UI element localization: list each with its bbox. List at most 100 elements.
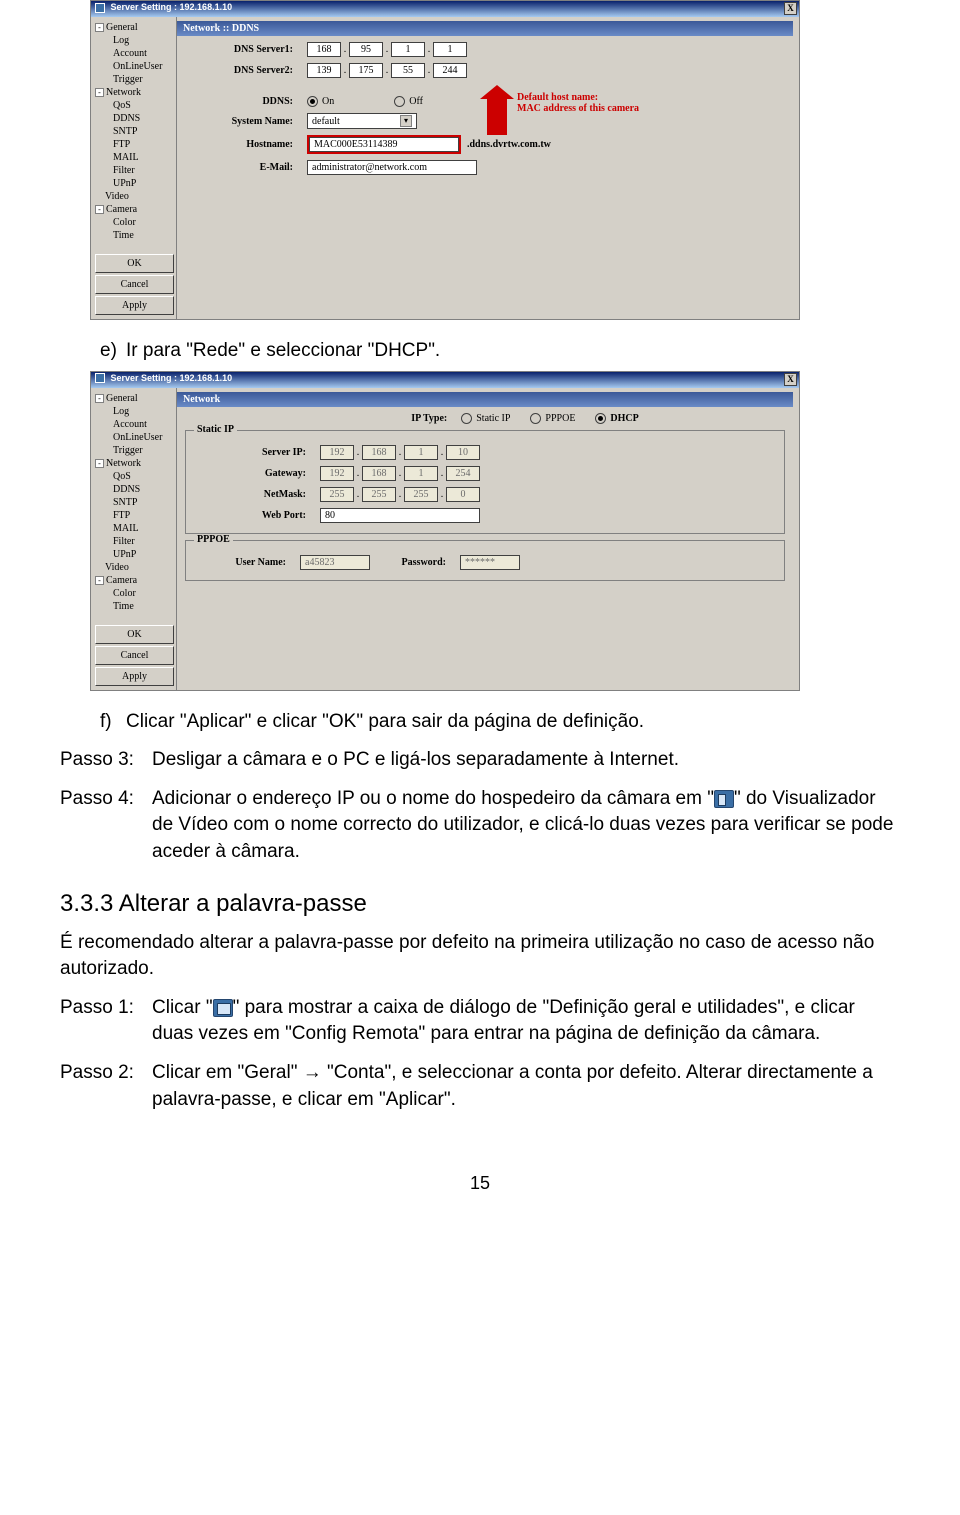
sysname-combo[interactable]: default ▾ xyxy=(307,113,417,129)
tree-camera[interactable]: -Camera xyxy=(95,574,174,587)
tree-filter[interactable]: Filter xyxy=(95,535,174,548)
pppoe-group: PPPOE User Name: a45823 Password: ****** xyxy=(185,540,785,581)
tree-time[interactable]: Time xyxy=(95,229,174,242)
dns2-oct2[interactable]: 175 xyxy=(349,63,383,78)
tree-general[interactable]: -General xyxy=(95,21,174,34)
pppoe-username-label: User Name: xyxy=(190,557,300,568)
tree-account[interactable]: Account xyxy=(95,47,174,60)
iptype-label: IP Type: xyxy=(381,413,461,424)
ok-button[interactable]: OK xyxy=(95,254,174,273)
sysname-label: System Name: xyxy=(177,116,307,127)
tree-time[interactable]: Time xyxy=(95,600,174,613)
tree-account[interactable]: Account xyxy=(95,418,174,431)
tree-upnp[interactable]: UPnP xyxy=(95,548,174,561)
titlebar[interactable]: Server Setting : 192.168.1.10 X xyxy=(91,1,799,17)
serverip-oct3: 1 xyxy=(404,445,438,460)
dns1-oct4[interactable]: 1 xyxy=(433,42,467,57)
ddns-off-radio[interactable]: Off xyxy=(394,96,423,107)
netmask-oct2: 255 xyxy=(362,487,396,502)
dns1-oct3[interactable]: 1 xyxy=(391,42,425,57)
tree-qos[interactable]: QoS xyxy=(95,470,174,483)
tree-log[interactable]: Log xyxy=(95,34,174,47)
section-heading: 3.3.3 Alterar a palavra-passe xyxy=(60,890,900,918)
settings-tree: -General Log Account OnLineUser Trigger … xyxy=(91,17,177,319)
hostname-label: Hostname: xyxy=(177,139,307,150)
arrow-annotation-icon xyxy=(487,99,507,135)
tree-general[interactable]: -General xyxy=(95,392,174,405)
iptype-dhcp-radio[interactable]: DHCP xyxy=(595,413,638,424)
tree-ftp[interactable]: FTP xyxy=(95,138,174,151)
email-label: E-Mail: xyxy=(177,162,307,173)
ok-button[interactable]: OK xyxy=(95,625,174,644)
tree-upnp[interactable]: UPnP xyxy=(95,177,174,190)
tree-qos[interactable]: QoS xyxy=(95,99,174,112)
netmask-oct1: 255 xyxy=(320,487,354,502)
close-icon[interactable]: X xyxy=(784,2,797,15)
pppoe-password-label: Password: xyxy=(370,557,460,568)
dns2-oct1[interactable]: 139 xyxy=(307,63,341,78)
apply-button[interactable]: Apply xyxy=(95,296,174,315)
apply-button[interactable]: Apply xyxy=(95,667,174,686)
tree-video[interactable]: Video xyxy=(95,190,174,203)
iptype-pppoe-radio[interactable]: PPPOE xyxy=(530,413,575,424)
settings-tree: -General Log Account OnLineUser Trigger … xyxy=(91,388,177,690)
email-input[interactable]: administrator@network.com xyxy=(307,160,477,175)
tree-log[interactable]: Log xyxy=(95,405,174,418)
step-3: Passo 3: Desligar a câmara e o PC e ligá… xyxy=(60,747,900,774)
serverip-label: Server IP: xyxy=(190,447,320,458)
dns2-oct3[interactable]: 55 xyxy=(391,63,425,78)
gateway-oct1: 192 xyxy=(320,466,354,481)
tree-mail[interactable]: MAIL xyxy=(95,151,174,164)
app-icon xyxy=(95,373,105,383)
dns1-label: DNS Server1: xyxy=(177,44,307,55)
titlebar[interactable]: Server Setting : 192.168.1.10 X xyxy=(91,372,799,388)
tree-ddns[interactable]: DDNS xyxy=(95,483,174,496)
tree-onlineuser[interactable]: OnLineUser xyxy=(95,60,174,73)
server-setting-dialog-ddns: Server Setting : 192.168.1.10 X -General… xyxy=(90,0,800,320)
webport-input[interactable]: 80 xyxy=(320,508,480,523)
cancel-button[interactable]: Cancel xyxy=(95,275,174,294)
list-item-e: e) Ir para "Rede" e seleccionar "DHCP". xyxy=(100,338,900,365)
tree-network[interactable]: -Network xyxy=(95,86,174,99)
tree-mail[interactable]: MAIL xyxy=(95,522,174,535)
panel-title: Network :: DDNS xyxy=(177,21,793,36)
tree-sntp[interactable]: SNTP xyxy=(95,125,174,138)
dns2-label: DNS Server2: xyxy=(177,65,307,76)
app-icon xyxy=(95,3,105,13)
tree-onlineuser[interactable]: OnLineUser xyxy=(95,431,174,444)
serverip-oct2: 168 xyxy=(362,445,396,460)
tree-sntp[interactable]: SNTP xyxy=(95,496,174,509)
gateway-label: Gateway: xyxy=(190,468,320,479)
serverip-oct4: 10 xyxy=(446,445,480,460)
tree-color[interactable]: Color xyxy=(95,587,174,600)
dns1-oct1[interactable]: 168 xyxy=(307,42,341,57)
tree-color[interactable]: Color xyxy=(95,216,174,229)
tree-filter[interactable]: Filter xyxy=(95,164,174,177)
tree-trigger[interactable]: Trigger xyxy=(95,444,174,457)
tree-video[interactable]: Video xyxy=(95,561,174,574)
ddns-panel: Network :: DDNS DNS Server1: 168. 95. 1.… xyxy=(177,17,799,319)
netmask-oct4: 0 xyxy=(446,487,480,502)
hostname-input[interactable]: MAC000E53114389 xyxy=(309,137,459,152)
tools-icon xyxy=(213,999,233,1017)
dns1-oct2[interactable]: 95 xyxy=(349,42,383,57)
tree-ftp[interactable]: FTP xyxy=(95,509,174,522)
tree-ddns[interactable]: DDNS xyxy=(95,112,174,125)
step-1: Passo 1: Clicar "" para mostrar a caixa … xyxy=(60,995,900,1048)
page-number: 15 xyxy=(60,1173,900,1194)
close-icon[interactable]: X xyxy=(784,373,797,386)
gateway-oct4: 254 xyxy=(446,466,480,481)
gateway-oct2: 168 xyxy=(362,466,396,481)
dns2-oct4[interactable]: 244 xyxy=(433,63,467,78)
serverip-oct1: 192 xyxy=(320,445,354,460)
cancel-button[interactable]: Cancel xyxy=(95,646,174,665)
iptype-static-radio[interactable]: Static IP xyxy=(461,413,510,424)
ddns-on-radio[interactable]: On xyxy=(307,96,334,107)
tree-camera[interactable]: -Camera xyxy=(95,203,174,216)
tree-trigger[interactable]: Trigger xyxy=(95,73,174,86)
paragraph: É recomendado alterar a palavra-passe po… xyxy=(60,930,900,983)
chevron-down-icon: ▾ xyxy=(400,115,412,127)
server-setting-dialog-network: Server Setting : 192.168.1.10 X -General… xyxy=(90,371,800,691)
window-title: Server Setting : 192.168.1.10 xyxy=(111,2,233,12)
tree-network[interactable]: -Network xyxy=(95,457,174,470)
